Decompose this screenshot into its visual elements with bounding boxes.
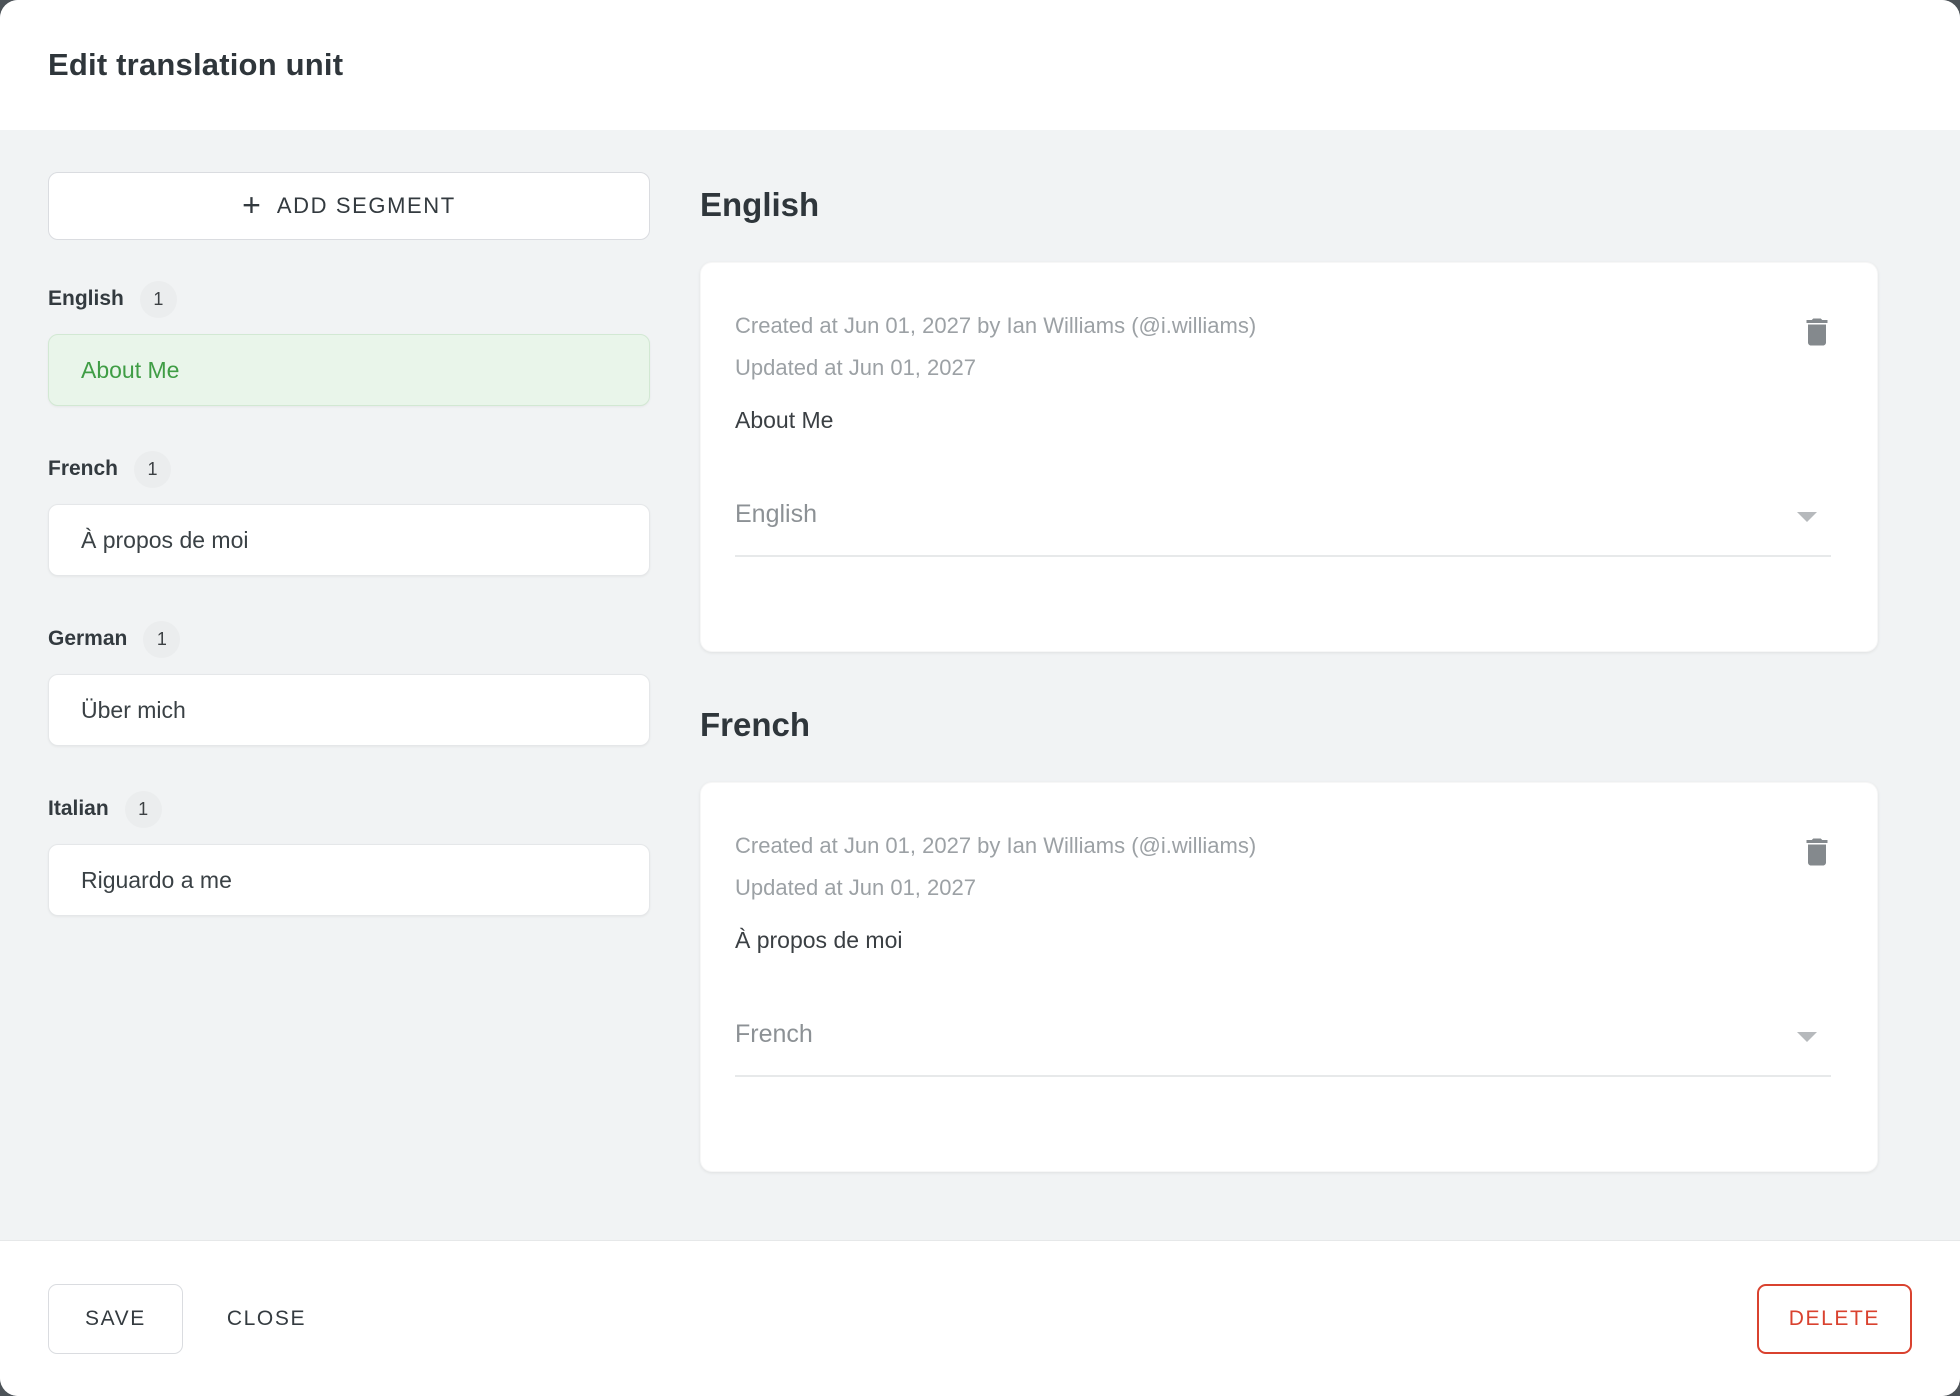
language-group-header-german: German 1 <box>48 620 650 658</box>
section-heading-english: English <box>700 186 820 223</box>
segment-item-label: À propos de moi <box>81 526 249 553</box>
language-group-header-english: English 1 <box>48 280 650 318</box>
segment-item-french[interactable]: À propos de moi <box>48 504 650 576</box>
segment-count-badge: 1 <box>139 280 177 318</box>
updated-meta: Updated at Jun 01, 2027 <box>735 355 976 380</box>
dialog-header: Edit translation unit <box>0 0 1960 130</box>
language-label: French <box>48 457 119 480</box>
close-button[interactable]: CLOSE <box>217 1284 316 1354</box>
segment-card-english: Created at Jun 01, 2027 by Ian Williams … <box>700 262 1878 652</box>
segment-detail-panel: English Created at Jun 01, 2027 by Ian W… <box>700 172 1912 1240</box>
trash-icon <box>1799 318 1835 353</box>
trash-icon <box>1799 838 1835 873</box>
dialog-title: Edit translation unit <box>48 47 344 82</box>
segment-count-badge: 1 <box>134 450 172 488</box>
language-label: English <box>48 287 124 310</box>
segment-count-badge: 1 <box>124 790 162 828</box>
language-select-value: French <box>735 1020 813 1048</box>
language-label: Italian <box>48 797 109 820</box>
chevron-down-icon <box>1797 512 1817 522</box>
delete-segment-button[interactable] <box>1797 313 1837 353</box>
segment-count-badge: 1 <box>143 620 181 658</box>
add-segment-label: ADD SEGMENT <box>276 193 456 218</box>
segment-item-german[interactable]: Über mich <box>48 674 650 746</box>
delete-segment-button[interactable] <box>1797 833 1837 873</box>
segment-item-label: Riguardo a me <box>81 866 232 893</box>
section-heading-french: French <box>700 706 811 743</box>
segment-item-label: Über mich <box>81 696 186 723</box>
language-select[interactable]: English <box>735 500 1831 557</box>
save-button[interactable]: SAVE <box>48 1283 183 1354</box>
segment-text: À propos de moi <box>735 927 903 953</box>
updated-meta: Updated at Jun 01, 2027 <box>735 875 976 900</box>
language-select[interactable]: French <box>735 1020 1831 1077</box>
segment-item-italian[interactable]: Riguardo a me <box>48 844 650 916</box>
add-segment-button[interactable]: + ADD SEGMENT <box>48 172 650 240</box>
dialog-body: + ADD SEGMENT English 1 About Me French … <box>0 130 1960 1240</box>
segment-card-french: Created at Jun 01, 2027 by Ian Williams … <box>700 782 1878 1172</box>
segments-sidebar: + ADD SEGMENT English 1 About Me French … <box>48 172 650 1240</box>
segment-text: About Me <box>735 407 834 433</box>
language-group-header-french: French 1 <box>48 450 650 488</box>
chevron-down-icon <box>1797 1032 1817 1042</box>
plus-icon: + <box>242 186 261 223</box>
language-select-value: English <box>735 500 817 528</box>
edit-translation-unit-dialog: Edit translation unit + ADD SEGMENT Engl… <box>0 0 1960 1396</box>
dialog-footer: SAVE CLOSE DELETE <box>0 1240 1960 1396</box>
created-meta: Created at Jun 01, 2027 by Ian Williams … <box>735 833 1257 858</box>
created-meta: Created at Jun 01, 2027 by Ian Williams … <box>735 313 1257 338</box>
segment-item-label: About Me <box>81 356 180 383</box>
language-label: German <box>48 627 128 650</box>
language-group-header-italian: Italian 1 <box>48 790 650 828</box>
segment-item-english[interactable]: About Me <box>48 334 650 406</box>
delete-button[interactable]: DELETE <box>1756 1283 1912 1354</box>
